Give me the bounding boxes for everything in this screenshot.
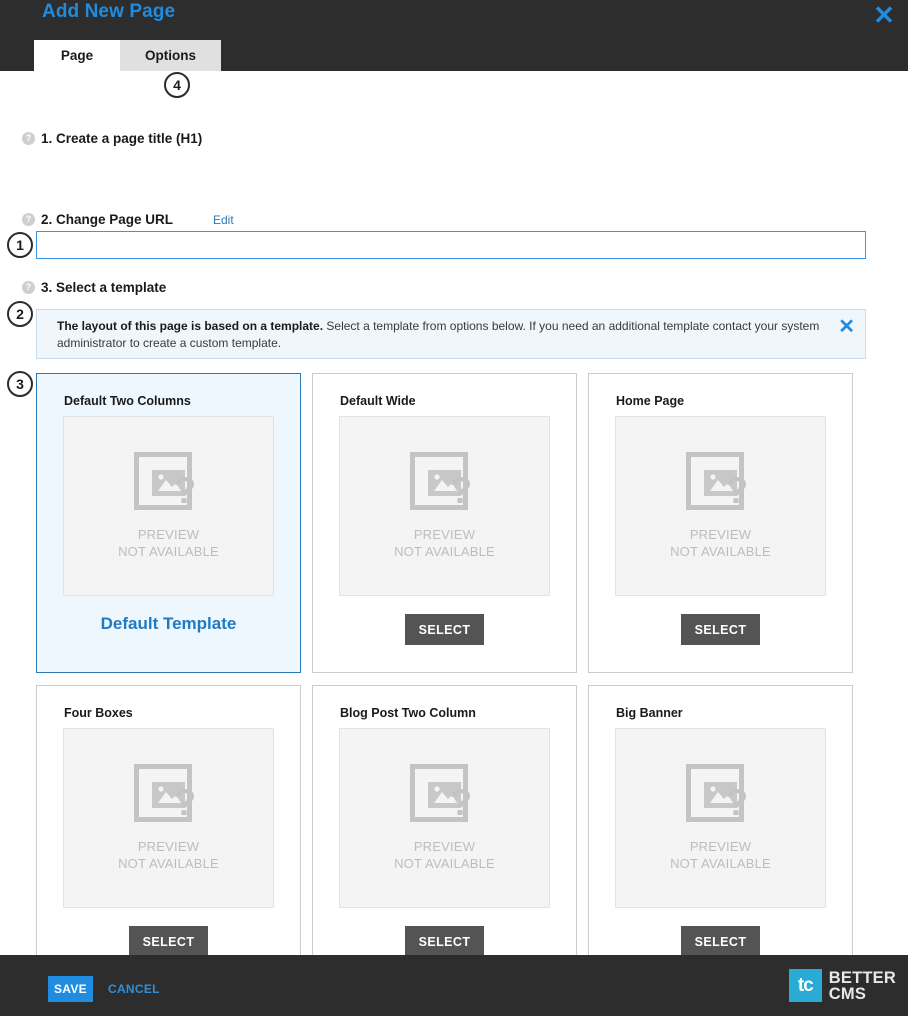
preview-line-2: NOT AVAILABLE — [118, 544, 219, 559]
save-button[interactable]: SAVE — [48, 976, 93, 1002]
select-template-button[interactable]: SELECT — [681, 614, 760, 645]
select-template-button[interactable]: SELECT — [405, 614, 484, 645]
better-cms-logo: tc BETTER CMS — [788, 968, 896, 1003]
step-1-label-row: ? 1. Create a page title (H1) — [22, 131, 202, 146]
annotation-marker-3: 3 — [7, 371, 33, 397]
tab-page[interactable]: Page — [34, 40, 120, 71]
help-icon[interactable]: ? — [22, 132, 35, 145]
template-preview-box: ? PREVIEW NOT AVAILABLE — [339, 416, 550, 596]
add-new-page-modal: Add New Page ✕ Page Options 4 1 2 3 ? 1.… — [0, 0, 908, 1016]
step-2-label: 2. Change Page URL — [41, 212, 174, 227]
template-info-text: The layout of this page is based on a te… — [57, 318, 821, 352]
logo-line-1: BETTER — [828, 968, 896, 987]
template-card[interactable]: Blog Post Two Column? PREVIEW NOT AVAILABL… — [312, 685, 577, 955]
image-placeholder-icon: ? — [132, 764, 206, 834]
preview-not-available-text: PREVIEW NOT AVAILABLE — [118, 838, 219, 872]
question-mark-icon: ? — [725, 782, 749, 823]
page-title-input[interactable] — [36, 231, 866, 259]
template-grid: Default Two Columns? PREVIEW NOT AVAILABLE… — [36, 373, 866, 955]
logo-mark-icon: tc — [788, 969, 822, 1002]
select-template-button[interactable]: SELECT — [129, 926, 208, 955]
template-card[interactable]: Default Wide? PREVIEW NOT AVAILABLE SELECT — [312, 373, 577, 673]
preview-line-2: NOT AVAILABLE — [118, 856, 219, 871]
preview-line-1: PREVIEW — [413, 839, 476, 854]
modal-body: 1 2 3 ? 1. Create a page title (H1) ? 2.… — [0, 71, 908, 955]
preview-line-2: NOT AVAILABLE — [394, 544, 495, 559]
question-mark-icon: ? — [173, 782, 197, 823]
preview-not-available-text: PREVIEW NOT AVAILABLE — [670, 526, 771, 560]
template-preview-box: ? PREVIEW NOT AVAILABLE — [339, 728, 550, 908]
step-3-label-row: ? 3. Select a template — [22, 280, 166, 295]
tab-options[interactable]: Options — [120, 40, 221, 71]
close-icon[interactable]: ✕ — [868, 0, 900, 32]
template-card-title: Default Two Columns — [64, 394, 191, 408]
preview-line-2: NOT AVAILABLE — [394, 856, 495, 871]
template-card[interactable]: Home Page? PREVIEW NOT AVAILABLE SELECT — [588, 373, 853, 673]
template-card[interactable]: Default Two Columns? PREVIEW NOT AVAILABLE… — [36, 373, 301, 673]
help-icon[interactable]: ? — [22, 213, 35, 226]
template-info-banner: The layout of this page is based on a te… — [36, 309, 866, 359]
template-card-title: Home Page — [616, 394, 685, 408]
page-title: Add New Page — [42, 1, 176, 22]
question-mark-icon: ? — [173, 470, 197, 511]
template-preview-box: ? PREVIEW NOT AVAILABLE — [63, 728, 274, 908]
tab-bar: Page Options — [34, 40, 221, 71]
cancel-button[interactable]: CANCEL — [108, 982, 160, 996]
question-mark-icon: ? — [725, 470, 749, 511]
preview-line-1: PREVIEW — [137, 527, 200, 542]
question-mark-icon: ? — [449, 782, 473, 823]
question-mark-icon: ? — [449, 470, 473, 511]
preview-line-2: NOT AVAILABLE — [670, 856, 771, 871]
template-preview-box: ? PREVIEW NOT AVAILABLE — [615, 728, 826, 908]
preview-not-available-text: PREVIEW NOT AVAILABLE — [118, 526, 219, 560]
help-icon[interactable]: ? — [22, 281, 35, 294]
preview-line-1: PREVIEW — [689, 527, 752, 542]
template-card-title: Big Banner — [616, 706, 683, 720]
select-template-button[interactable]: SELECT — [405, 926, 484, 955]
modal-footer: SAVE CANCEL tc BETTER CMS — [0, 955, 908, 1016]
edit-url-link[interactable]: Edit — [213, 213, 234, 227]
preview-line-2: NOT AVAILABLE — [670, 544, 771, 559]
template-preview-box: ? PREVIEW NOT AVAILABLE — [63, 416, 274, 596]
image-placeholder-icon: ? — [684, 452, 758, 522]
preview-line-1: PREVIEW — [137, 839, 200, 854]
image-placeholder-icon: ? — [408, 764, 482, 834]
template-preview-box: ? PREVIEW NOT AVAILABLE — [615, 416, 826, 596]
annotation-marker-4: 4 — [164, 72, 190, 98]
preview-line-1: PREVIEW — [413, 527, 476, 542]
select-template-button[interactable]: SELECT — [681, 926, 760, 955]
annotation-marker-2: 2 — [7, 301, 33, 327]
banner-close-icon[interactable]: ✕ — [838, 317, 855, 337]
template-card[interactable]: Four Boxes? PREVIEW NOT AVAILABLE SELECT — [36, 685, 301, 955]
logo-text: BETTER CMS — [828, 968, 896, 1003]
logo-line-2: CMS — [828, 984, 867, 1003]
template-info-strong: The layout of this page is based on a te… — [57, 319, 324, 333]
preview-not-available-text: PREVIEW NOT AVAILABLE — [670, 838, 771, 872]
image-placeholder-icon: ? — [408, 452, 482, 522]
default-template-label: Default Template — [100, 614, 237, 633]
preview-not-available-text: PREVIEW NOT AVAILABLE — [394, 526, 495, 560]
image-placeholder-icon: ? — [684, 764, 758, 834]
template-card-title: Blog Post Two Column — [340, 706, 476, 720]
preview-line-1: PREVIEW — [689, 839, 752, 854]
step-1-label: 1. Create a page title (H1) — [41, 131, 203, 146]
template-card-title: Default Wide — [340, 394, 416, 408]
annotation-marker-1: 1 — [7, 232, 33, 258]
step-2-label-row: ? 2. Change Page URL — [22, 212, 173, 227]
step-3-label: 3. Select a template — [41, 280, 167, 295]
preview-not-available-text: PREVIEW NOT AVAILABLE — [394, 838, 495, 872]
modal-header: Add New Page ✕ Page Options — [0, 0, 908, 71]
image-placeholder-icon: ? — [132, 452, 206, 522]
template-card-title: Four Boxes — [64, 706, 133, 720]
template-card[interactable]: Big Banner? PREVIEW NOT AVAILABLE SELECT — [588, 685, 853, 955]
